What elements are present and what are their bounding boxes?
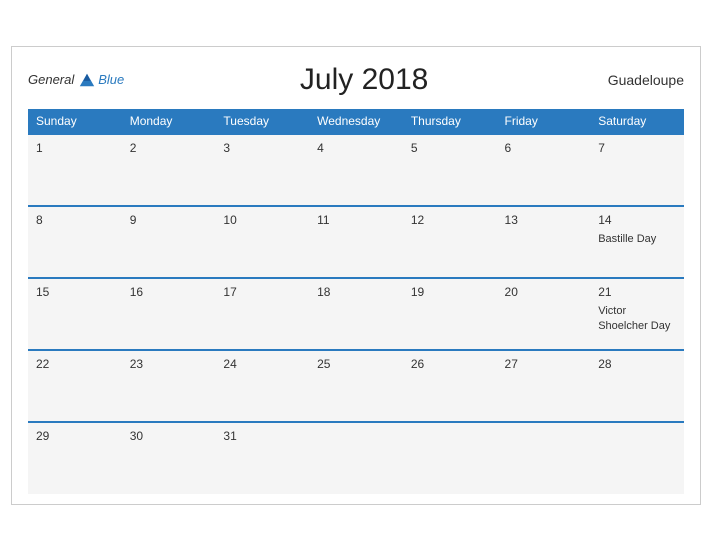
calendar-cell: 12 — [403, 206, 497, 278]
calendar-cell: 2 — [122, 134, 216, 206]
day-number: 19 — [411, 285, 489, 299]
day-number: 23 — [130, 357, 208, 371]
calendar-cell: 23 — [122, 350, 216, 422]
day-number: 6 — [505, 141, 583, 155]
day-number: 1 — [36, 141, 114, 155]
calendar-cell: 24 — [215, 350, 309, 422]
day-number: 3 — [223, 141, 301, 155]
calendar-cell: 20 — [497, 278, 591, 350]
day-number: 24 — [223, 357, 301, 371]
calendar-cell: 30 — [122, 422, 216, 494]
calendar-cell: 18 — [309, 278, 403, 350]
calendar-cell: 31 — [215, 422, 309, 494]
calendar-cell: 6 — [497, 134, 591, 206]
calendar-region: Guadeloupe — [604, 72, 684, 88]
calendar-cell — [403, 422, 497, 494]
calendar-cell: 10 — [215, 206, 309, 278]
calendar-cell: 17 — [215, 278, 309, 350]
day-number: 14 — [598, 213, 676, 227]
day-number: 21 — [598, 285, 676, 299]
calendar-cell: 15 — [28, 278, 122, 350]
calendar-cell — [497, 422, 591, 494]
calendar-cell: 28 — [590, 350, 684, 422]
day-number: 28 — [598, 357, 676, 371]
calendar-cell: 16 — [122, 278, 216, 350]
calendar-title: July 2018 — [124, 63, 604, 97]
header-friday: Friday — [497, 109, 591, 134]
day-number: 17 — [223, 285, 301, 299]
week-row-2: 8 9 10 11 12 13 14 Bastille Day — [28, 206, 684, 278]
weekday-header-row: Sunday Monday Tuesday Wednesday Thursday… — [28, 109, 684, 134]
week-row-3: 15 16 17 18 19 20 21 Victor Shoelcher Day — [28, 278, 684, 350]
header-monday: Monday — [122, 109, 216, 134]
day-number: 31 — [223, 429, 301, 443]
calendar-cell: 9 — [122, 206, 216, 278]
header-thursday: Thursday — [403, 109, 497, 134]
week-row-1: 1 2 3 4 5 6 7 — [28, 134, 684, 206]
day-number: 2 — [130, 141, 208, 155]
day-number: 10 — [223, 213, 301, 227]
day-number: 5 — [411, 141, 489, 155]
day-number: 20 — [505, 285, 583, 299]
calendar-header: General Blue July 2018 Guadeloupe — [28, 63, 684, 97]
day-number: 11 — [317, 213, 395, 227]
calendar-cell: 5 — [403, 134, 497, 206]
day-number: 15 — [36, 285, 114, 299]
header-sunday: Sunday — [28, 109, 122, 134]
calendar-cell: 4 — [309, 134, 403, 206]
day-number: 27 — [505, 357, 583, 371]
calendar-cell: 27 — [497, 350, 591, 422]
day-number: 26 — [411, 357, 489, 371]
calendar-cell — [590, 422, 684, 494]
logo-general: General — [28, 72, 74, 87]
calendar-cell: 25 — [309, 350, 403, 422]
day-number: 4 — [317, 141, 395, 155]
calendar-cell: 14 Bastille Day — [590, 206, 684, 278]
logo: General Blue — [28, 71, 124, 89]
week-row-4: 22 23 24 25 26 27 28 — [28, 350, 684, 422]
logo-icon — [78, 71, 96, 89]
calendar: General Blue July 2018 Guadeloupe Sunday… — [11, 46, 701, 505]
calendar-cell: 21 Victor Shoelcher Day — [590, 278, 684, 350]
day-number: 8 — [36, 213, 114, 227]
calendar-cell: 11 — [309, 206, 403, 278]
day-number: 25 — [317, 357, 395, 371]
logo-blue: Blue — [98, 72, 124, 87]
calendar-cell: 26 — [403, 350, 497, 422]
day-number: 30 — [130, 429, 208, 443]
event-text: Victor Shoelcher Day — [598, 305, 670, 332]
day-number: 7 — [598, 141, 676, 155]
calendar-cell: 8 — [28, 206, 122, 278]
header-saturday: Saturday — [590, 109, 684, 134]
calendar-cell: 29 — [28, 422, 122, 494]
header-wednesday: Wednesday — [309, 109, 403, 134]
calendar-cell — [309, 422, 403, 494]
calendar-cell: 7 — [590, 134, 684, 206]
calendar-grid: Sunday Monday Tuesday Wednesday Thursday… — [28, 109, 684, 494]
day-number: 12 — [411, 213, 489, 227]
calendar-cell: 22 — [28, 350, 122, 422]
calendar-cell: 19 — [403, 278, 497, 350]
header-tuesday: Tuesday — [215, 109, 309, 134]
week-row-5: 29 30 31 — [28, 422, 684, 494]
calendar-cell: 3 — [215, 134, 309, 206]
day-number: 9 — [130, 213, 208, 227]
calendar-cell: 13 — [497, 206, 591, 278]
calendar-cell: 1 — [28, 134, 122, 206]
day-number: 18 — [317, 285, 395, 299]
day-number: 16 — [130, 285, 208, 299]
event-text: Bastille Day — [598, 233, 656, 245]
day-number: 13 — [505, 213, 583, 227]
day-number: 29 — [36, 429, 114, 443]
day-number: 22 — [36, 357, 114, 371]
